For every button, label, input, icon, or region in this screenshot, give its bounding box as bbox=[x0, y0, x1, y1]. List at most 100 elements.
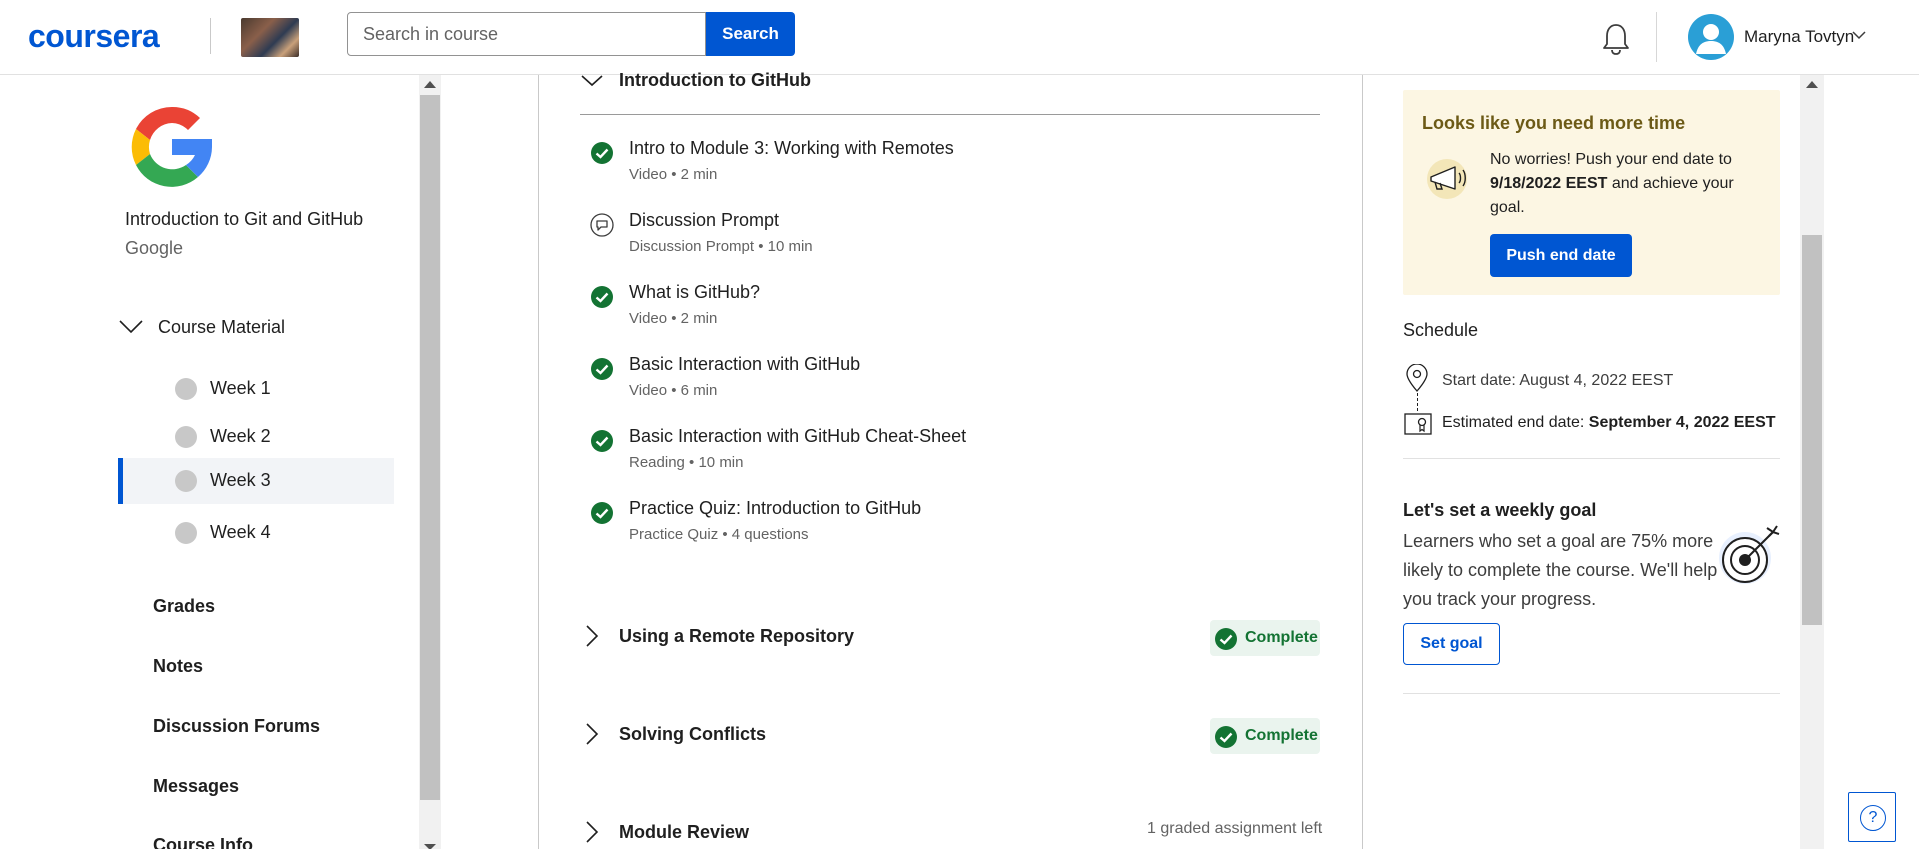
item-meta: Video • 2 min bbox=[629, 310, 718, 327]
more-time-title: Looks like you need more time bbox=[1422, 113, 1686, 133]
item-meta: Practice Quiz • 4 questions bbox=[629, 526, 809, 543]
start-date: Start date: August 4, 2022 EEST bbox=[1442, 372, 1674, 389]
search-input[interactable] bbox=[347, 12, 706, 56]
user-name[interactable]: Maryna Tovtyn bbox=[1744, 27, 1854, 47]
set-goal-button[interactable]: Set goal bbox=[1403, 623, 1500, 665]
push-end-date-button[interactable]: Push end date bbox=[1490, 234, 1632, 277]
chevron-right-icon bbox=[586, 625, 599, 647]
header-divider bbox=[210, 18, 211, 54]
chevron-right-icon bbox=[586, 821, 599, 843]
list-item[interactable]: Basic Interaction with GitHub Video • 6 … bbox=[590, 354, 1310, 410]
check-circle-icon bbox=[591, 358, 613, 380]
chevron-down-icon bbox=[581, 75, 603, 87]
more-time-card: Looks like you need more time No worries… bbox=[1403, 90, 1780, 295]
main-right-border bbox=[1362, 75, 1363, 849]
item-name[interactable]: Basic Interaction with GitHub Cheat-Shee… bbox=[629, 426, 966, 447]
check-circle-icon bbox=[1215, 628, 1237, 650]
check-circle-icon bbox=[1215, 726, 1237, 748]
item-name[interactable]: Basic Interaction with GitHub bbox=[629, 354, 860, 375]
status-badge-label: Complete bbox=[1245, 727, 1318, 744]
course-org: Google bbox=[125, 238, 184, 258]
schedule-title: Schedule bbox=[1403, 320, 1479, 340]
chevron-down-icon[interactable] bbox=[1852, 30, 1866, 40]
coursera-logo[interactable]: coursera bbox=[28, 18, 160, 55]
target-icon bbox=[1719, 525, 1780, 584]
list-item[interactable]: What is GitHub? Video • 2 min bbox=[590, 282, 1310, 338]
list-item[interactable]: Basic Interaction with GitHub Cheat-Shee… bbox=[590, 426, 1310, 482]
sidebar-link-messages[interactable]: Messages bbox=[153, 776, 239, 797]
check-circle-icon bbox=[591, 502, 613, 524]
section-title: Introduction to GitHub bbox=[619, 70, 811, 90]
course-thumbnail[interactable] bbox=[241, 18, 299, 57]
check-circle-icon bbox=[591, 142, 613, 164]
check-circle-icon bbox=[591, 430, 613, 452]
sidebar-item-week-3[interactable]: Week 3 bbox=[118, 458, 394, 504]
section-header-open[interactable]: Introduction to GitHub bbox=[580, 62, 1320, 102]
panel-divider bbox=[1403, 458, 1780, 459]
sidebar-scrollbar[interactable] bbox=[419, 75, 441, 849]
help-button[interactable]: ? bbox=[1848, 792, 1896, 842]
item-name[interactable]: Intro to Module 3: Working with Remotes bbox=[629, 138, 954, 159]
section-header-solving-conflicts[interactable]: Solving Conflicts bbox=[580, 716, 1320, 756]
section-header-using-remote-repository[interactable]: Using a Remote Repository bbox=[580, 618, 1320, 658]
status-badge: Complete bbox=[1210, 718, 1320, 754]
certificate-icon bbox=[1404, 413, 1432, 435]
panel-scrollbar[interactable] bbox=[1800, 75, 1824, 849]
item-name[interactable]: Discussion Prompt bbox=[629, 210, 779, 231]
sidebar-item-week-2[interactable]: Week 2 bbox=[118, 414, 394, 460]
progress-dot-icon bbox=[175, 426, 197, 448]
sidebar-link-grades[interactable]: Grades bbox=[153, 596, 215, 617]
item-name[interactable]: Practice Quiz: Introduction to GitHub bbox=[629, 498, 921, 519]
course-title: Introduction to Git and GitHub bbox=[125, 209, 364, 229]
progress-dot-icon bbox=[175, 378, 197, 400]
chevron-down-icon bbox=[119, 320, 143, 334]
item-meta: Reading • 10 min bbox=[629, 454, 744, 471]
item-meta: Discussion Prompt • 10 min bbox=[629, 238, 813, 255]
avatar-icon[interactable] bbox=[1688, 14, 1734, 60]
week-label: Week 3 bbox=[210, 470, 271, 490]
section-title: Using a Remote Repository bbox=[619, 626, 855, 646]
week-label: Week 1 bbox=[210, 378, 271, 398]
sidebar-link-course-info[interactable]: Course Info bbox=[153, 835, 253, 849]
item-meta: Video • 6 min bbox=[629, 382, 718, 399]
schedule-connector bbox=[1417, 393, 1418, 411]
search-button[interactable]: Search bbox=[706, 12, 795, 56]
scroll-up-arrow-icon[interactable] bbox=[424, 81, 436, 88]
map-pin-icon bbox=[1406, 364, 1428, 392]
sidebar-link-notes[interactable]: Notes bbox=[153, 656, 203, 677]
scrollbar-thumb[interactable] bbox=[420, 95, 440, 800]
scroll-up-arrow-icon[interactable] bbox=[1806, 81, 1818, 88]
goal-title: Let's set a weekly goal bbox=[1403, 500, 1597, 520]
week-label: Week 2 bbox=[210, 426, 271, 446]
discussion-icon bbox=[590, 213, 614, 237]
bell-icon[interactable] bbox=[1600, 22, 1632, 56]
header-divider-right bbox=[1656, 12, 1657, 62]
scrollbar-thumb[interactable] bbox=[1802, 235, 1822, 625]
panel-divider bbox=[1403, 693, 1780, 694]
new-end-date: 9/18/2022 EEST bbox=[1490, 175, 1608, 192]
check-circle-icon bbox=[591, 286, 613, 308]
list-item[interactable]: Practice Quiz: Introduction to GitHub Pr… bbox=[590, 498, 1310, 554]
main-left-border bbox=[538, 75, 539, 849]
section-title: Module Review bbox=[619, 822, 750, 842]
progress-dot-icon bbox=[175, 522, 197, 544]
progress-dot-icon bbox=[175, 470, 197, 492]
help-icon: ? bbox=[1860, 805, 1886, 831]
graded-assignment-note: 1 graded assignment left bbox=[1147, 820, 1323, 837]
sidebar-item-week-1[interactable]: Week 1 bbox=[118, 366, 394, 412]
item-name[interactable]: What is GitHub? bbox=[629, 282, 760, 303]
google-logo bbox=[131, 106, 212, 187]
course-material-label: Course Material bbox=[158, 317, 286, 337]
sidebar-item-week-4[interactable]: Week 4 bbox=[118, 510, 394, 556]
list-item[interactable]: Intro to Module 3: Working with Remotes … bbox=[590, 138, 1310, 194]
item-meta: Video • 2 min bbox=[629, 166, 718, 183]
goal-text: Learners who set a goal are 75% more lik… bbox=[1403, 531, 1718, 609]
chevron-right-icon bbox=[586, 723, 599, 745]
course-material-toggle[interactable]: Course Material bbox=[118, 315, 398, 345]
week-label: Week 4 bbox=[210, 522, 271, 542]
more-time-text: No worries! Push your end date to 9/18/2… bbox=[1490, 151, 1734, 216]
scroll-down-arrow-icon[interactable] bbox=[424, 844, 436, 849]
sidebar-link-discussion-forums[interactable]: Discussion Forums bbox=[153, 716, 320, 737]
section-divider bbox=[580, 114, 1320, 115]
list-item[interactable]: Discussion Prompt Discussion Prompt • 10… bbox=[590, 210, 1310, 266]
